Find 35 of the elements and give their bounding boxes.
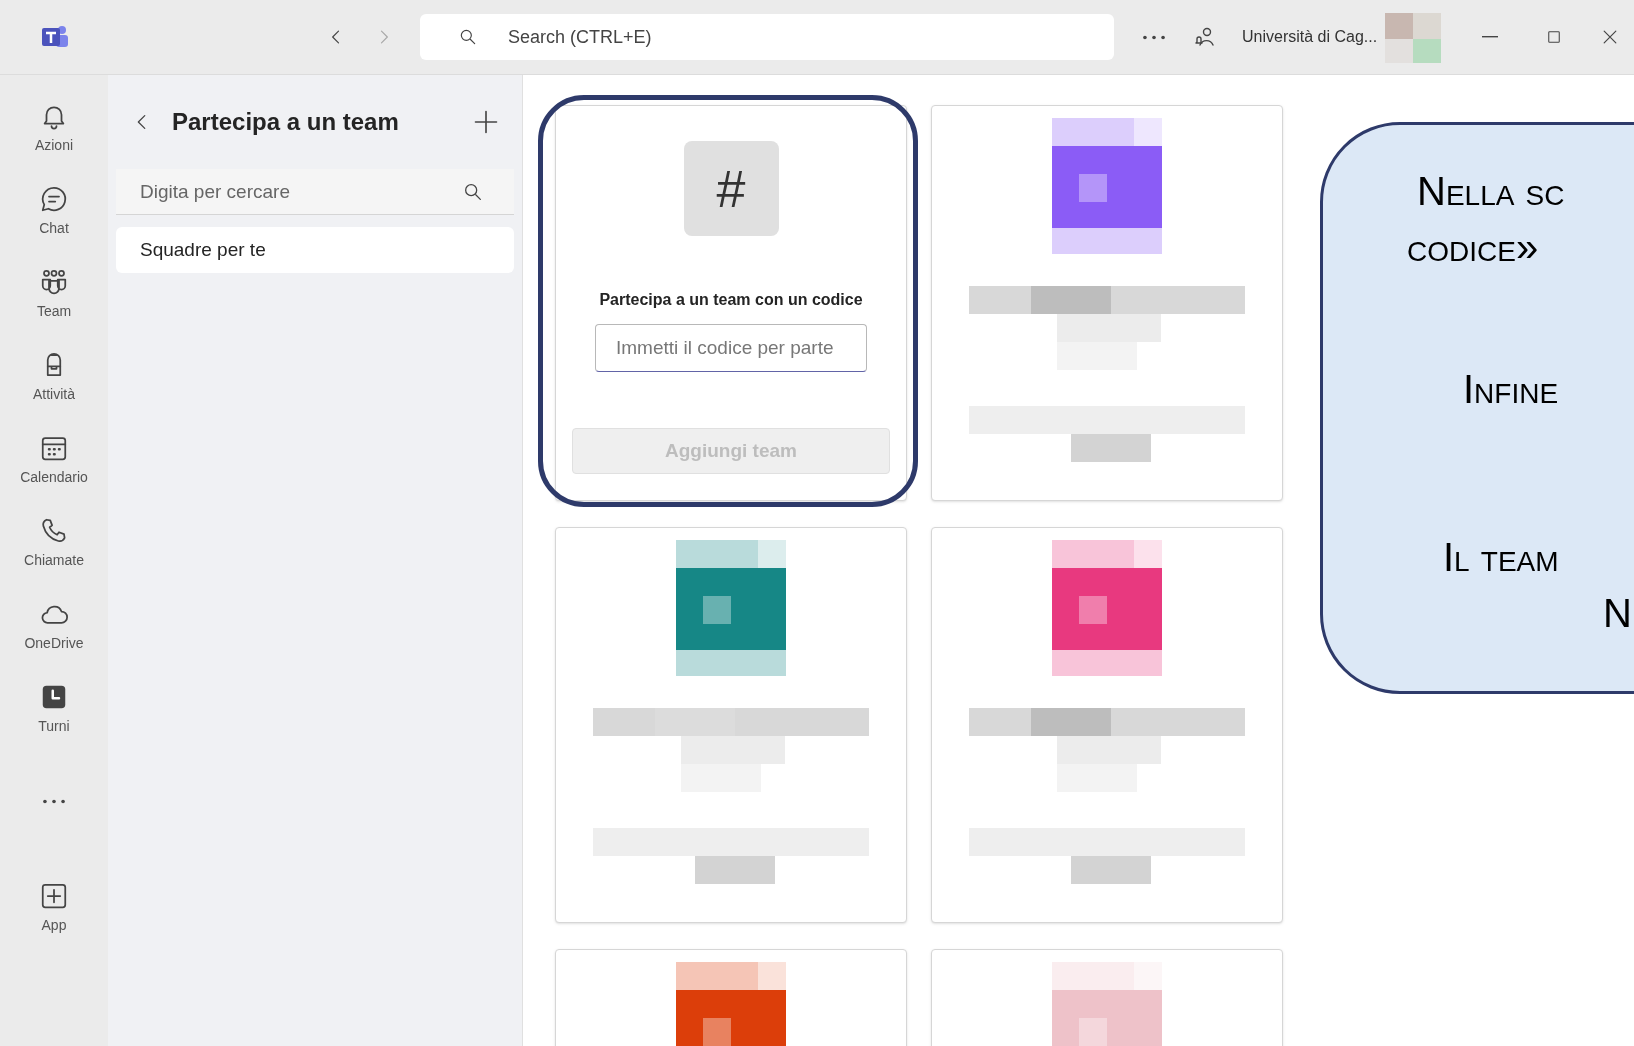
search-icon (462, 181, 484, 203)
callout-text: Infine (1463, 366, 1559, 413)
callout-text: Nella sc (1417, 168, 1565, 215)
callout-text: N (1603, 590, 1632, 637)
hash-tile: # (683, 141, 779, 236)
account-name[interactable]: Università di Cag... (1242, 25, 1378, 49)
search-icon (458, 27, 478, 47)
rail-item[interactable]: Azioni (9, 87, 99, 170)
panel-title: Partecipa a un team (172, 107, 400, 137)
plus-icon (472, 108, 500, 136)
rail-item[interactable]: Team (9, 253, 99, 336)
add-app-icon (39, 881, 69, 911)
team-card[interactable] (555, 527, 907, 923)
rail-item[interactable]: Chiamate (9, 502, 99, 585)
maximize-icon (1545, 28, 1563, 46)
team-card[interactable] (931, 527, 1283, 923)
rail-item[interactable]: Attività (9, 336, 99, 419)
more-icon (43, 798, 65, 804)
minimize-icon (1482, 36, 1498, 38)
rail-item[interactable]: OneDrive (9, 585, 99, 668)
more-icon (1143, 34, 1165, 40)
code-field[interactable]: Immetti il codice per parte (595, 324, 867, 372)
chat-icon (39, 184, 69, 214)
callout-text: Il team (1443, 534, 1559, 581)
rail-item[interactable]: Chat (9, 170, 99, 253)
rail-item[interactable]: Turni (9, 668, 99, 751)
rail-item[interactable]: App (9, 867, 99, 950)
card-heading: Partecipa a un team con un codice (599, 290, 863, 310)
panel-list-item[interactable]: Squadre per te (116, 227, 514, 273)
team-card[interactable] (931, 105, 1283, 501)
search-field[interactable]: Digita per cercare (116, 169, 514, 215)
callout-text: codice» (1407, 224, 1539, 271)
search-field[interactable]: Search (CTRL+E) (420, 14, 1114, 60)
rail-item[interactable]: Calendario (9, 419, 99, 502)
people-icon (39, 267, 69, 297)
